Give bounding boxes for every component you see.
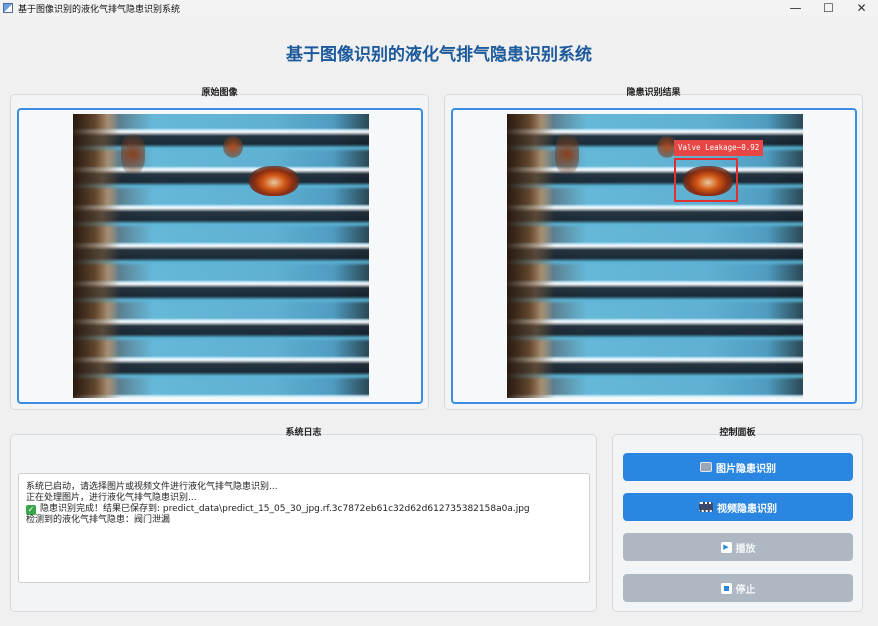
stop-label: 停止 bbox=[735, 584, 756, 596]
result-image-panel: 隐患识别结果 Valve Leakage~0.92 bbox=[444, 88, 863, 410]
original-image bbox=[73, 114, 369, 398]
control-panel: 控制面板 图片隐患识别 视频隐患识别 ▶ 播放 停止 bbox=[612, 428, 863, 612]
close-button[interactable]: ✕ bbox=[845, 0, 878, 16]
detection-label: Valve Leakage~0.92 bbox=[674, 140, 764, 156]
log-line: 系统已启动，请选择图片或视频文件进行液化气排气隐患识别... bbox=[26, 482, 278, 492]
film-icon bbox=[699, 502, 713, 512]
result-image: Valve Leakage~0.92 bbox=[507, 114, 803, 398]
original-image-frame bbox=[17, 108, 423, 404]
image-detect-button[interactable]: 图片隐患识别 bbox=[623, 453, 853, 481]
system-log-panel-title: 系统日志 bbox=[285, 428, 322, 438]
original-image-panel: 原始图像 bbox=[10, 88, 429, 410]
app-icon bbox=[3, 3, 13, 13]
result-image-panel-title: 隐患识别结果 bbox=[626, 88, 681, 98]
stop-icon bbox=[720, 582, 732, 594]
log-line: 检测到的液化气排气隐患：阀门泄漏 bbox=[26, 515, 171, 525]
control-panel-title: 控制面板 bbox=[719, 428, 756, 438]
play-label: 播放 bbox=[735, 543, 756, 555]
system-log-panel: 系统日志 系统已启动，请选择图片或视频文件进行液化气排气隐患识别... 正在处理… bbox=[10, 428, 597, 612]
video-detect-label: 视频隐患识别 bbox=[717, 503, 777, 515]
log-line-success: ✓ 隐患识别完成！结果已保存到: predict_data\predict_15… bbox=[26, 504, 582, 515]
log-line-text: 隐患识别完成！结果已保存到: predict_data\predict_15_0… bbox=[40, 504, 530, 514]
play-icon: ▶ bbox=[720, 541, 732, 553]
maximize-button[interactable]: ☐ bbox=[812, 0, 845, 16]
minimize-button[interactable]: — bbox=[779, 0, 812, 16]
page-title: 基于图像识别的液化气排气隐患识别系统 bbox=[286, 45, 592, 65]
original-image-panel-title: 原始图像 bbox=[201, 88, 238, 98]
window-titlebar: 基于图像识别的液化气排气隐患识别系统 — ☐ ✕ bbox=[0, 0, 878, 16]
window-title: 基于图像识别的液化气排气隐患识别系统 bbox=[18, 4, 181, 15]
image-icon bbox=[700, 462, 712, 472]
log-line: 正在处理图片，进行液化气排气隐患识别... bbox=[26, 493, 197, 503]
image-detect-label: 图片隐患识别 bbox=[716, 463, 776, 475]
detection-box bbox=[674, 158, 738, 202]
stop-button[interactable]: 停止 bbox=[623, 574, 853, 602]
window-controls: — ☐ ✕ bbox=[779, 0, 878, 16]
check-icon: ✓ bbox=[26, 504, 36, 515]
play-button[interactable]: ▶ 播放 bbox=[623, 533, 853, 561]
log-textarea[interactable]: 系统已启动，请选择图片或视频文件进行液化气排气隐患识别... 正在处理图片，进行… bbox=[18, 473, 590, 583]
result-image-frame: Valve Leakage~0.92 bbox=[451, 108, 857, 404]
video-detect-button[interactable]: 视频隐患识别 bbox=[623, 493, 853, 521]
